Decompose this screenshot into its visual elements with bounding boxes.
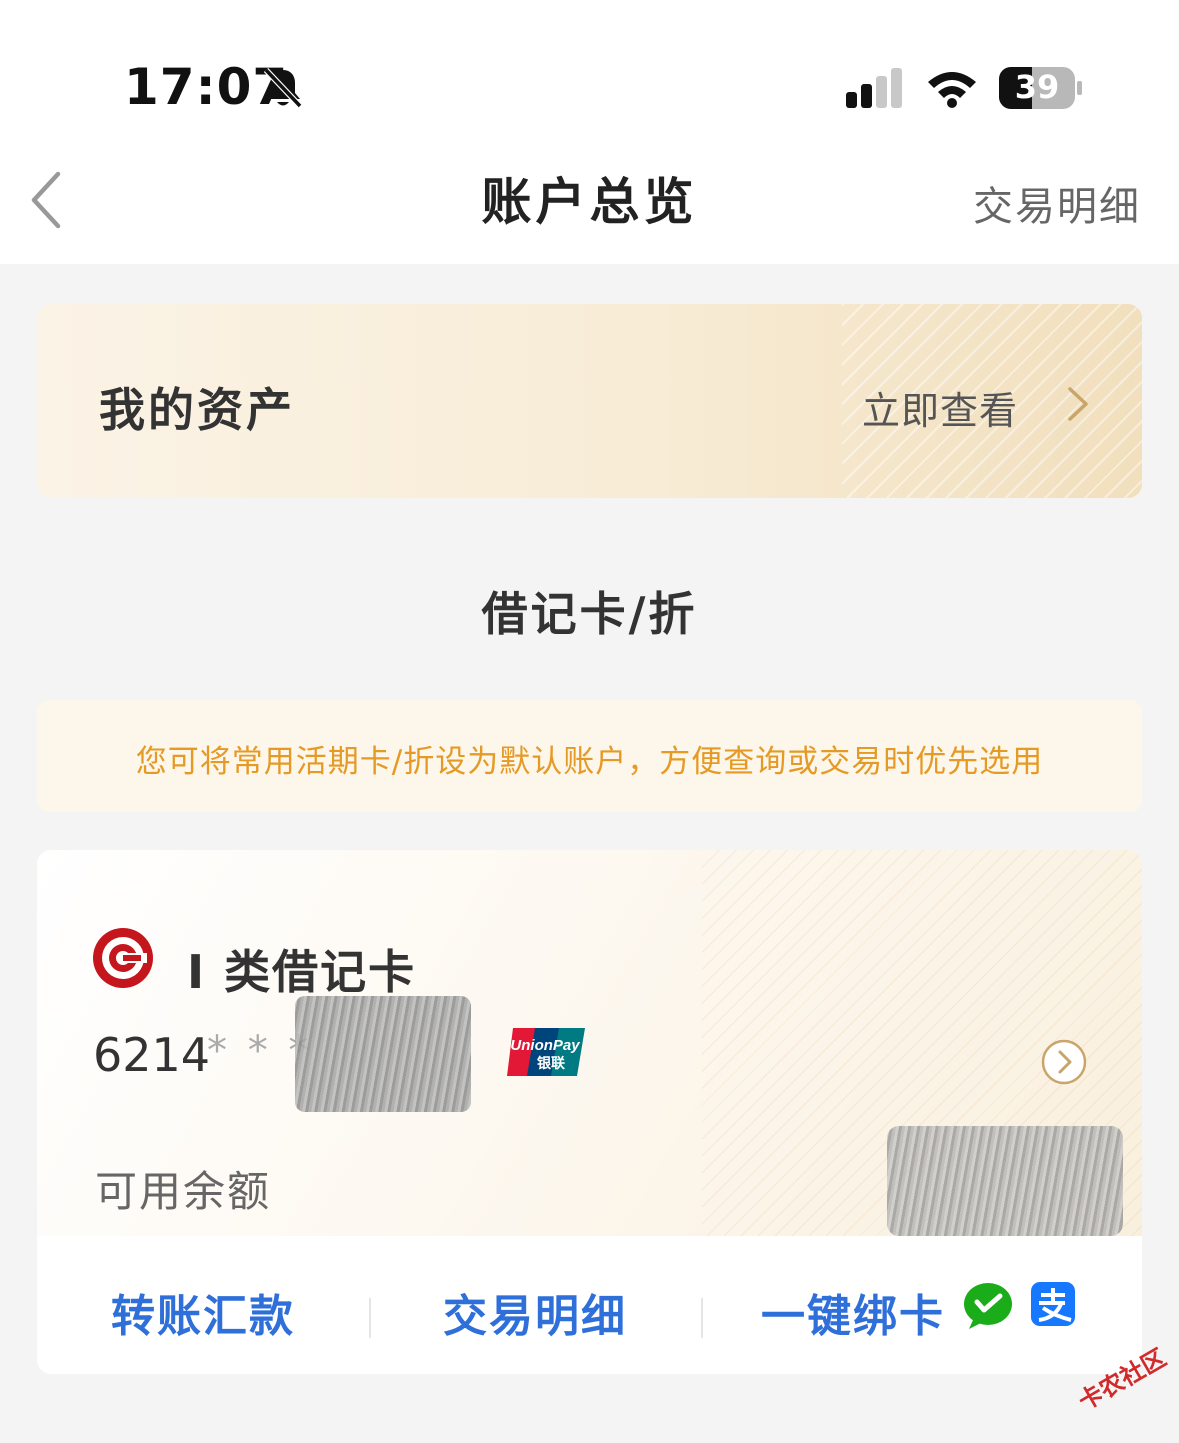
nav-bar: 账户总览 交易明细 (0, 140, 1179, 264)
unionpay-cn-text: 银联 (537, 1055, 566, 1072)
tip-text: 您可将常用活期卡/折设为默认账户，方便查询或交易时优先选用 (135, 744, 1044, 780)
one-click-bind-button[interactable]: 一键绑卡 (761, 1280, 945, 1344)
redacted-area (295, 996, 471, 1112)
chevron-right-icon (1066, 386, 1090, 426)
wechat-pay-icon (963, 1282, 1013, 1334)
bank-logo-icon (91, 926, 155, 994)
my-assets-title: 我的资产 (99, 383, 295, 437)
alipay-icon (1031, 1282, 1075, 1330)
card-detail-button[interactable] (1040, 1038, 1088, 1090)
unionpay-text: UnionPay (510, 1037, 580, 1054)
view-now-link[interactable]: 立即查看 (862, 380, 1018, 435)
chevron-right-circle-icon (1041, 1039, 1087, 1085)
transfer-button[interactable]: 转账汇款 (111, 1280, 295, 1344)
available-balance-label: 可用余额 (95, 1167, 272, 1216)
bell-slash-icon (262, 66, 304, 114)
tip-banner: 您可将常用活期卡/折设为默认账户，方便查询或交易时优先选用 (37, 700, 1142, 812)
card-actions: 转账汇款 交易明细 一键绑卡 (37, 1236, 1142, 1374)
transaction-details-button[interactable]: 交易明细 (443, 1280, 627, 1344)
card-header[interactable]: I 类借记卡 6214 * * * UnionPay 银联 可用余额 (37, 850, 1142, 1236)
transaction-details-link[interactable]: 交易明细 (973, 174, 1141, 232)
status-bar: 17:07 39 (0, 0, 1179, 140)
redacted-area (887, 1126, 1123, 1236)
card-number-prefix: 6214 (93, 1028, 211, 1082)
cellular-signal-icon (846, 68, 906, 112)
battery-level: 39 (1014, 68, 1060, 106)
divider (701, 1298, 703, 1338)
wifi-icon (926, 68, 978, 112)
debit-card[interactable]: I 类借记卡 6214 * * * UnionPay 银联 可用余额 转账汇款 … (37, 850, 1142, 1374)
unionpay-logo: UnionPay 银联 (507, 1026, 587, 1082)
my-assets-banner[interactable]: 我的资产 立即查看 (37, 304, 1142, 498)
card-type-label: I 类借记卡 (187, 945, 417, 999)
divider (369, 1298, 371, 1338)
section-title: 借记卡/折 (481, 587, 698, 641)
